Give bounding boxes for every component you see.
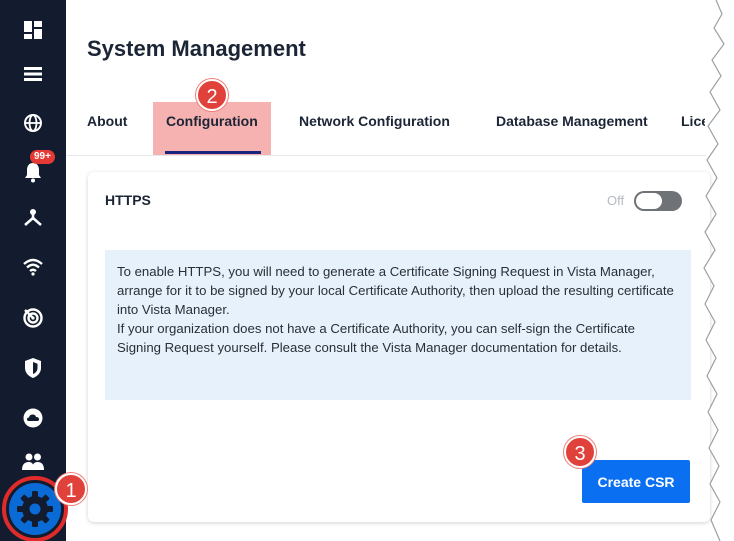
shield-icon[interactable] [0, 348, 66, 388]
dashboard-icon[interactable] [0, 10, 66, 50]
https-toggle[interactable] [634, 191, 682, 211]
active-tab-indicator [165, 151, 261, 154]
https-card: HTTPS Off To enable HTTPS, you will need… [88, 172, 710, 522]
side-nav-rail: 99+ [0, 0, 66, 541]
network-icon[interactable] [0, 197, 66, 237]
tab-network-configuration[interactable]: Network Configuration [299, 113, 450, 129]
info-paragraph-1: To enable HTTPS, you will need to genera… [117, 264, 674, 317]
tab-bar: About Configuration Network Configuratio… [87, 113, 705, 153]
globe-icon[interactable] [0, 103, 66, 143]
tab-database-management[interactable]: Database Management [496, 113, 648, 129]
https-info-box: To enable HTTPS, you will need to genera… [105, 250, 691, 400]
info-paragraph-2: If your organization does not have a Cer… [117, 321, 636, 355]
tab-about[interactable]: About [87, 113, 127, 129]
toggle-state-label: Off [607, 193, 625, 208]
radar-icon[interactable] [0, 298, 66, 338]
torn-edge [703, 0, 734, 541]
callout-2: 2 [196, 79, 228, 111]
list-icon[interactable] [0, 54, 66, 94]
create-csr-button[interactable]: Create CSR [582, 460, 690, 503]
callout-1: 1 [55, 473, 87, 505]
callout-3: 3 [564, 436, 596, 468]
tab-configuration[interactable]: Configuration [166, 113, 258, 129]
https-title: HTTPS [105, 192, 151, 208]
notification-badge: 99+ [30, 150, 55, 164]
divider [66, 155, 706, 156]
cloud-icon[interactable] [0, 398, 66, 438]
gear-icon[interactable] [9, 483, 61, 535]
wifi-icon[interactable] [0, 247, 66, 287]
toggle-knob [636, 193, 662, 209]
page-title: System Management [87, 36, 306, 61]
